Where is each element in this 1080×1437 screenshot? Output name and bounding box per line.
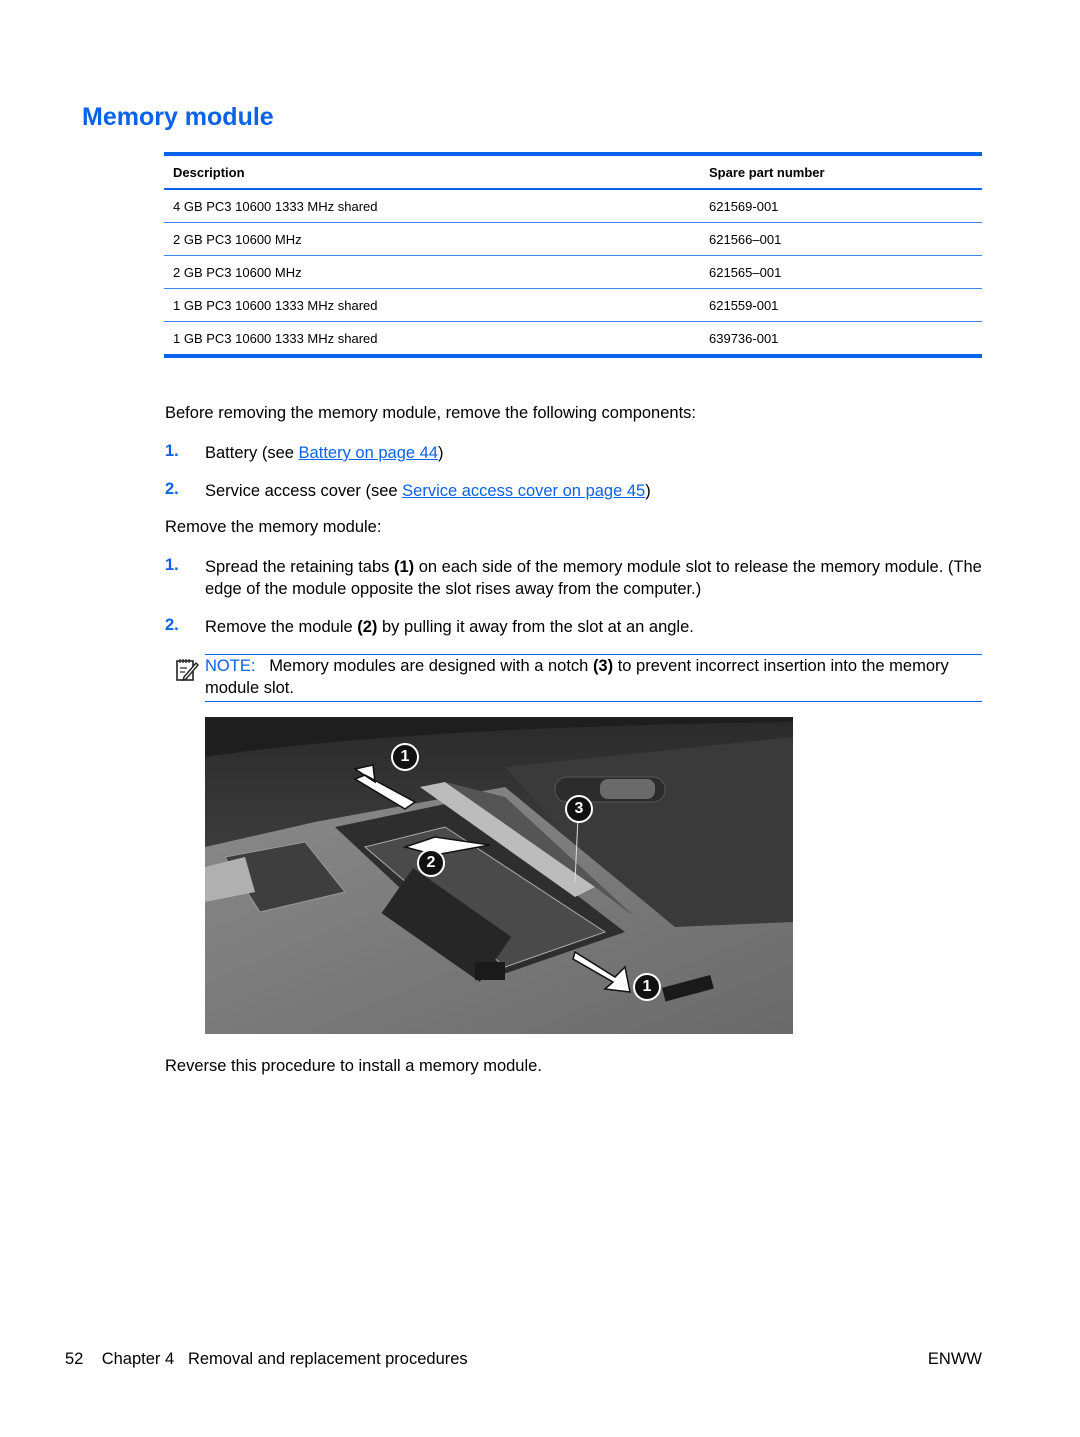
callout-reference: (3): [592, 657, 614, 675]
table-row: 4 GB PC3 10600 1333 MHz shared 621569-00…: [164, 189, 982, 223]
service-access-cover-link[interactable]: Service access cover on page 45: [402, 482, 645, 500]
column-header-spare-part-number: Spare part number: [700, 154, 982, 190]
chapter-label: Chapter 4: [101, 1350, 175, 1368]
step-text-cont: by pulling it away from the slot at an a…: [377, 618, 694, 636]
battery-link[interactable]: Battery on page 44: [299, 444, 438, 462]
step-number: 2.: [165, 616, 179, 634]
step-text: Remove the module: [205, 618, 358, 636]
note-box: NOTE: Memory modules are designed with a…: [205, 654, 982, 702]
callout-2: 2: [417, 849, 445, 877]
description-cell: 1 GB PC3 10600 1333 MHz shared: [173, 330, 378, 346]
note-label: NOTE:: [205, 657, 256, 675]
prerequisite-item: 1. Battery (see Battery on page 44): [165, 442, 985, 464]
part-number-cell: 639736-001: [709, 330, 779, 346]
prerequisite-text: Battery (see: [205, 444, 299, 462]
step-number: 1.: [165, 556, 179, 574]
closing-instruction: Reverse this procedure to install a memo…: [165, 1057, 542, 1075]
description-cell: 1 GB PC3 10600 1333 MHz shared: [164, 288, 700, 322]
table-row: 1 GB PC3 10600 1333 MHz shared 639736-00…: [164, 322, 982, 357]
callout-reference: (2): [357, 618, 378, 636]
footer-left: 52 Chapter 4 Removal and replacement pro…: [65, 1350, 468, 1369]
list-number: 2.: [165, 480, 179, 498]
table-row: 1 GB PC3 10600 1333 MHz shared 621559-00…: [164, 288, 982, 322]
table-header-row: Description Spare part number: [164, 154, 982, 190]
prerequisite-text-end: ): [437, 444, 444, 462]
part-number-cell: 621569-001: [700, 189, 982, 223]
prerequisite-text: Service access cover (see: [205, 482, 403, 500]
step-text: Spread the retaining tabs: [205, 558, 394, 576]
callout-1-bottom: 1: [633, 973, 661, 1001]
description-cell: 2 GB PC3 10600 MHz: [164, 255, 700, 289]
part-number-cell: 621566–001: [700, 222, 982, 256]
memory-module-removal-figure: 1 2 3 1: [205, 717, 793, 1034]
description-cell: 4 GB PC3 10600 1333 MHz shared: [164, 189, 700, 223]
callout-1-top: 1: [391, 743, 419, 771]
spare-parts-table: Description Spare part number 4 GB PC3 1…: [164, 152, 982, 358]
table-row: 2 GB PC3 10600 MHz 621565–001: [164, 255, 982, 289]
list-number: 1.: [165, 442, 179, 460]
table-row: 2 GB PC3 10600 MHz 621566–001: [164, 222, 982, 256]
procedure-step: 1. Spread the retaining tabs (1) on each…: [165, 556, 985, 600]
prerequisite-intro: Before removing the memory module, remov…: [165, 404, 697, 422]
part-number-cell: 621565–001: [700, 255, 982, 289]
callout-reference: (1): [393, 558, 415, 576]
callout-3: 3: [565, 795, 593, 823]
prerequisite-text-end: ): [645, 482, 651, 500]
note-pencil-icon: [176, 659, 199, 682]
part-number-cell: 621559-001: [700, 288, 982, 322]
prerequisite-item: 2. Service access cover (see Service acc…: [165, 480, 985, 502]
description-cell: 2 GB PC3 10600 MHz: [164, 222, 700, 256]
note-text: Memory modules are designed with a notch: [269, 657, 593, 675]
chapter-title: Removal and replacement procedures: [187, 1350, 468, 1368]
procedure-step: 2. Remove the module (2) by pulling it a…: [165, 616, 985, 638]
removal-intro: Remove the memory module:: [165, 518, 382, 536]
column-header-description: Description: [164, 154, 700, 190]
page-title: Memory module: [82, 103, 274, 131]
footer-locale: ENWW: [927, 1350, 982, 1368]
page-number: 52: [65, 1350, 84, 1368]
